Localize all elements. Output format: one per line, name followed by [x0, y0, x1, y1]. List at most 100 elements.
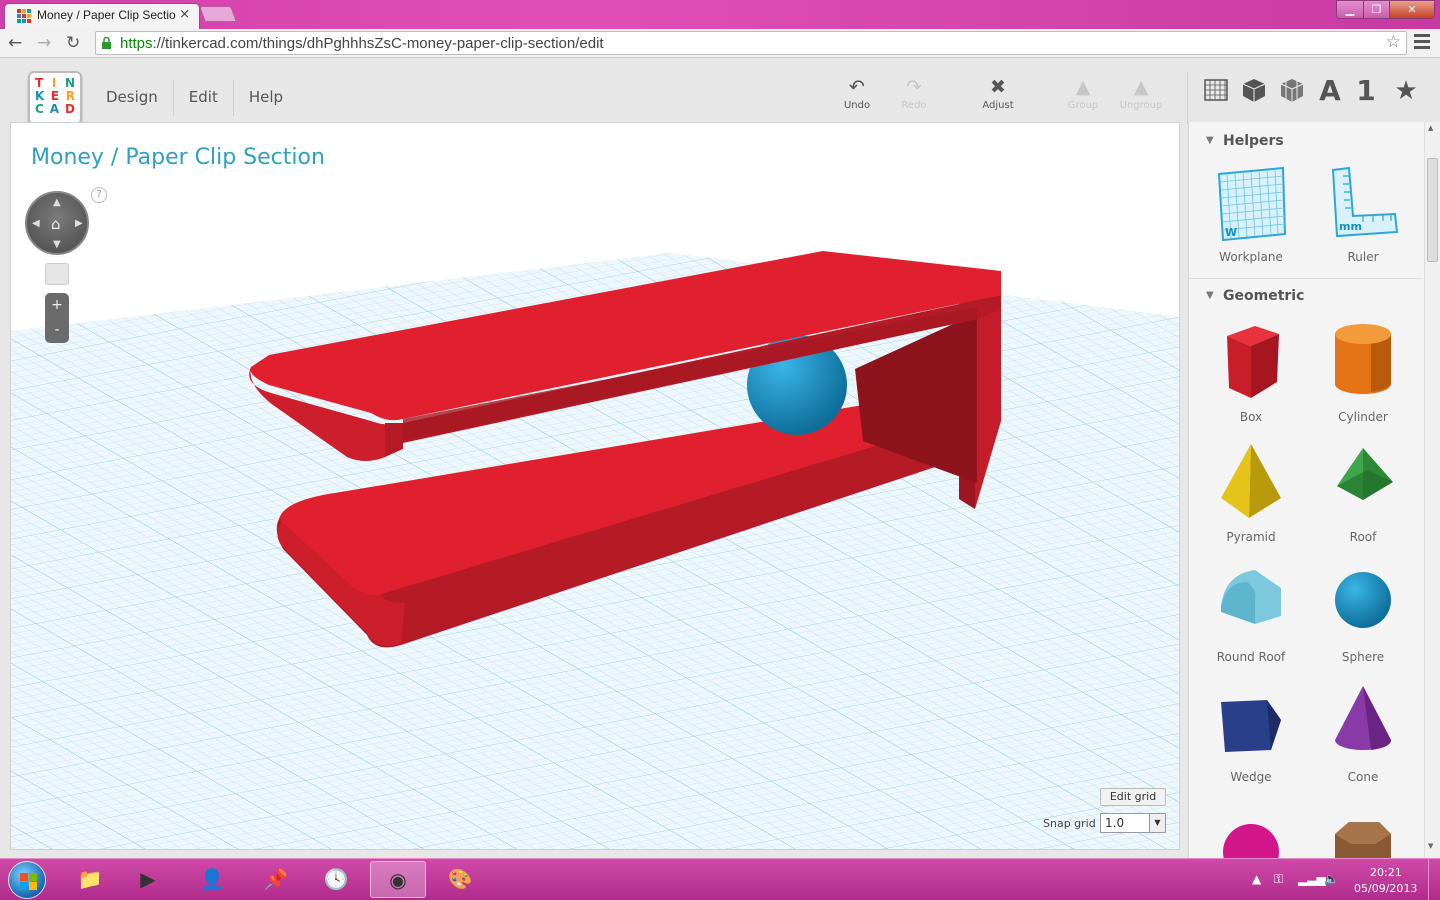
sphere-icon	[1335, 572, 1391, 628]
undo-button[interactable]: ↶ Undo	[827, 76, 887, 111]
address-bar[interactable]: https://tinkercad.com/things/dhPghhhsZsC…	[95, 31, 1407, 55]
tab-title: Money / Paper Clip Sectio	[37, 8, 176, 22]
clock-date[interactable]: 05/09/2013	[1354, 882, 1417, 895]
new-tab-button[interactable]	[199, 6, 237, 22]
orbit-right-icon[interactable]: ▶	[75, 218, 83, 229]
help-icon[interactable]: ?	[91, 187, 107, 203]
sphere-label: Sphere	[1341, 650, 1385, 664]
roof-shape[interactable]: Roof	[1307, 438, 1419, 556]
cylinder-icon	[1335, 324, 1391, 394]
text-shape-icon[interactable]: A	[1315, 76, 1345, 106]
pin-taskbar-icon[interactable]: 📌	[248, 861, 304, 898]
partial-sphere-icon	[1223, 824, 1279, 858]
back-arrow-icon[interactable]: ←	[8, 33, 22, 53]
menu-design[interactable]: Design	[91, 80, 174, 116]
bookmark-star-icon[interactable]: ☆	[1386, 32, 1401, 52]
menu-edit[interactable]: Edit	[174, 80, 234, 116]
adjust-icon: ✖	[990, 76, 1006, 98]
geometric-section-header[interactable]: ▼ Geometric	[1189, 281, 1423, 311]
group-button[interactable]: ▲ Group	[1053, 76, 1113, 111]
panel-scrollbar[interactable]: ▲ ▼	[1424, 122, 1440, 858]
favorites-star-icon[interactable]: ★	[1391, 76, 1421, 106]
edit-grid-button[interactable]: Edit grid	[1100, 788, 1166, 806]
tab-close-icon[interactable]: ×	[179, 7, 190, 22]
close-window-button[interactable]: ✕	[1389, 0, 1435, 19]
workplane-scene[interactable]	[11, 123, 1180, 850]
zoom-control: + -	[45, 293, 69, 343]
undo-icon: ↶	[849, 76, 865, 98]
ungroup-button[interactable]: ▲ Ungroup	[1111, 76, 1171, 111]
round-roof-shape[interactable]: Round Roof	[1195, 558, 1307, 676]
adjust-button[interactable]: ✖ Adjust	[968, 76, 1028, 111]
scroll-thumb[interactable]	[1427, 158, 1438, 262]
explorer-taskbar-icon[interactable]: 📁	[62, 861, 118, 898]
cylinder-shape[interactable]: Cylinder	[1307, 318, 1419, 436]
sphere-shape-item[interactable]: Sphere	[1307, 558, 1419, 676]
orbit-control[interactable]: ▲ ▼ ◀ ▶ ⌂	[25, 191, 89, 255]
logo-letter: A	[49, 102, 60, 116]
minimize-button[interactable]: ▁	[1336, 0, 1364, 19]
paint-taskbar-icon[interactable]: 🎨	[432, 861, 488, 898]
snap-grid-value: 1.0	[1105, 816, 1125, 830]
tinkercad-logo[interactable]: T I N K E R C A D	[28, 71, 82, 125]
user-taskbar-icon[interactable]: 👤	[184, 861, 240, 898]
snap-grid-select[interactable]: 1.0 ▼	[1100, 813, 1166, 833]
cone-shape[interactable]: Cone	[1307, 678, 1419, 796]
roof-icon	[1337, 448, 1393, 500]
clock-time[interactable]: 20:21	[1370, 866, 1402, 879]
url-scheme: https	[120, 35, 153, 52]
menu-help[interactable]: Help	[234, 80, 298, 116]
3d-viewport[interactable]: Money / Paper Clip Section ▲ ▼ ◀ ▶ ⌂ ? +…	[10, 122, 1180, 850]
clock-taskbar-icon[interactable]: 🕓	[308, 861, 364, 898]
orbit-down-icon[interactable]: ▼	[53, 239, 61, 250]
wedge-shape[interactable]: Wedge	[1195, 678, 1307, 796]
box-shape[interactable]: Box	[1195, 318, 1307, 436]
logo-row-3: C A D	[35, 103, 75, 116]
cylinder-label: Cylinder	[1338, 410, 1388, 424]
network-tray-icon[interactable]: ⚿	[1274, 872, 1283, 887]
pyramid-shape[interactable]: Pyramid	[1195, 438, 1307, 556]
orbit-left-icon[interactable]: ◀	[32, 218, 40, 229]
forward-arrow-icon[interactable]: →	[37, 33, 51, 53]
pyramid-label: Pyramid	[1226, 530, 1276, 544]
maximize-button[interactable]: ❐	[1363, 0, 1390, 19]
scroll-up-icon[interactable]: ▲	[1428, 124, 1433, 132]
design-title[interactable]: Money / Paper Clip Section	[31, 145, 325, 170]
tinkercad-app: T I N K E R C A D Design Edit Help ↶ Und…	[0, 58, 1440, 858]
start-button[interactable]	[8, 861, 46, 899]
round-roof-icon	[1221, 570, 1281, 624]
chrome-taskbar-icon[interactable]: ◉	[370, 861, 426, 898]
logo-letter: D	[65, 102, 75, 116]
zoom-out-button[interactable]: -	[45, 318, 69, 343]
volume-tray-icon[interactable]: 🔈	[1324, 872, 1339, 886]
signal-tray-icon[interactable]: ▂▃▅	[1298, 872, 1326, 886]
section-divider	[1189, 278, 1423, 279]
tinkercad-favicon	[17, 9, 31, 23]
ruler-helper[interactable]: mm Ruler	[1307, 164, 1419, 282]
show-desktop-button[interactable]	[1428, 859, 1440, 900]
polygon-shape[interactable]	[1307, 798, 1419, 858]
group-icon: ▲	[1075, 76, 1091, 98]
zoom-in-button[interactable]: +	[45, 293, 69, 318]
helpers-section-header[interactable]: ▼ Helpers	[1189, 126, 1423, 156]
scroll-down-icon[interactable]: ▼	[1428, 842, 1433, 850]
redo-button[interactable]: ↷ Redo	[884, 76, 944, 111]
fit-view-icon[interactable]	[45, 263, 69, 285]
workplane-helper[interactable]: W Workplane	[1195, 164, 1307, 282]
polygon-icon	[1335, 822, 1391, 858]
wireframe-view-icon[interactable]	[1277, 76, 1307, 106]
lock-icon	[102, 37, 111, 49]
number-shape-icon[interactable]: 1	[1351, 76, 1381, 106]
wedge-label: Wedge	[1230, 770, 1272, 784]
grid-view-icon[interactable]	[1201, 76, 1231, 106]
browser-menu-icon[interactable]	[1414, 34, 1430, 50]
orbit-up-icon[interactable]: ▲	[53, 197, 61, 208]
box-view-icon[interactable]	[1239, 76, 1269, 106]
media-player-taskbar-icon[interactable]: ▶	[120, 861, 176, 898]
home-view-icon[interactable]: ⌂	[51, 215, 61, 233]
browser-tab[interactable]: Money / Paper Clip Sectio ×	[4, 3, 200, 29]
reload-icon[interactable]: ↻	[66, 33, 80, 53]
partial-sphere-shape[interactable]	[1195, 798, 1307, 858]
top-menu: Design Edit Help	[91, 80, 298, 116]
tray-expand-icon[interactable]: ▲	[1252, 872, 1261, 886]
